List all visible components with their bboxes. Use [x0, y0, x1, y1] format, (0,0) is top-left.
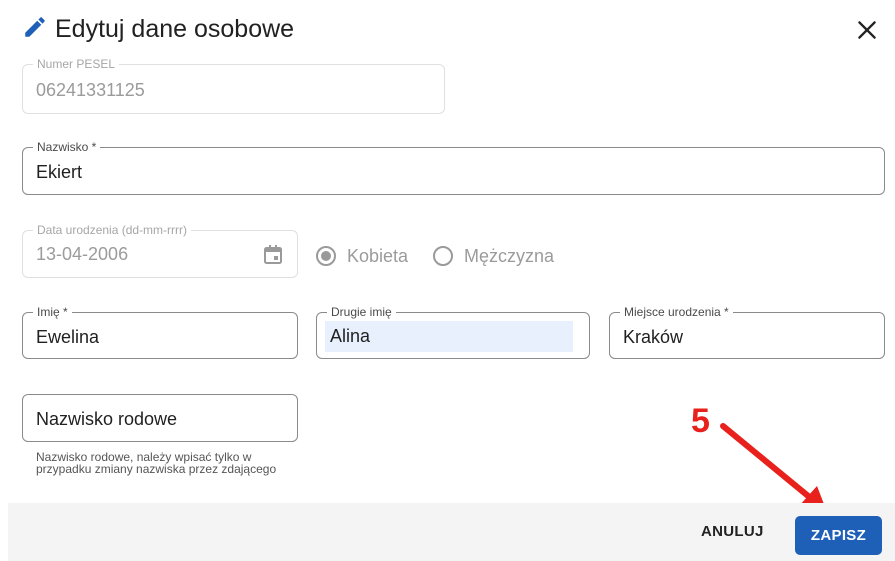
- family-name-input[interactable]: Nazwisko rodowe: [36, 408, 177, 430]
- family-name-field[interactable]: Nazwisko rodowe: [22, 394, 298, 442]
- second-name-field[interactable]: Drugie imię Alina: [316, 305, 590, 359]
- birth-place-input[interactable]: Kraków: [623, 326, 683, 348]
- birth-date-field: Data urodzenia (dd-mm-rrrr) 13-04-2006: [22, 223, 298, 278]
- first-name-label: Imię *: [33, 305, 72, 319]
- surname-field[interactable]: Nazwisko * Ekiert: [22, 140, 885, 195]
- surname-label: Nazwisko *: [33, 140, 101, 154]
- pesel-label: Numer PESEL: [33, 57, 120, 71]
- first-name-input[interactable]: Ewelina: [36, 326, 99, 348]
- radio-mezczyzna[interactable]: Mężczyzna: [433, 241, 554, 271]
- birth-place-field[interactable]: Miejsce urodzenia * Kraków: [609, 305, 885, 359]
- second-name-input[interactable]: Alina: [325, 321, 573, 352]
- dialog-title: Edytuj dane osobowe: [55, 15, 295, 43]
- close-icon[interactable]: [854, 17, 880, 43]
- annotation-step-number: 5: [691, 402, 710, 440]
- pencil-icon: [25, 17, 45, 37]
- first-name-field[interactable]: Imię * Ewelina: [22, 305, 298, 359]
- radio-mezczyzna-label: Mężczyzna: [464, 245, 555, 266]
- radio-kobieta[interactable]: Kobieta: [316, 241, 408, 271]
- cancel-button[interactable]: ANULUJ: [701, 523, 764, 540]
- dialog-header: Edytuj dane osobowe: [22, 12, 884, 48]
- radio-unselected-icon: [433, 246, 453, 266]
- calendar-icon: [264, 245, 282, 264]
- pesel-value: 06241331125: [36, 80, 145, 100]
- pesel-field: Numer PESEL 06241331125: [22, 57, 445, 114]
- family-name-helper: Nazwisko rodowe, należy wpisać tylko w p…: [36, 450, 277, 476]
- radio-selected-icon: [316, 246, 336, 266]
- dialog-footer: ANULUJ ZAPISZ: [8, 503, 895, 561]
- save-button[interactable]: ZAPISZ: [795, 516, 882, 555]
- second-name-label: Drugie imię: [327, 305, 396, 319]
- birth-place-label: Miejsce urodzenia *: [620, 305, 733, 319]
- birth-date-label: Data urodzenia (dd-mm-rrrr): [33, 223, 192, 237]
- surname-input[interactable]: Ekiert: [36, 161, 82, 183]
- radio-kobieta-label: Kobieta: [347, 245, 409, 266]
- birth-date-value: 13-04-2006: [36, 244, 129, 264]
